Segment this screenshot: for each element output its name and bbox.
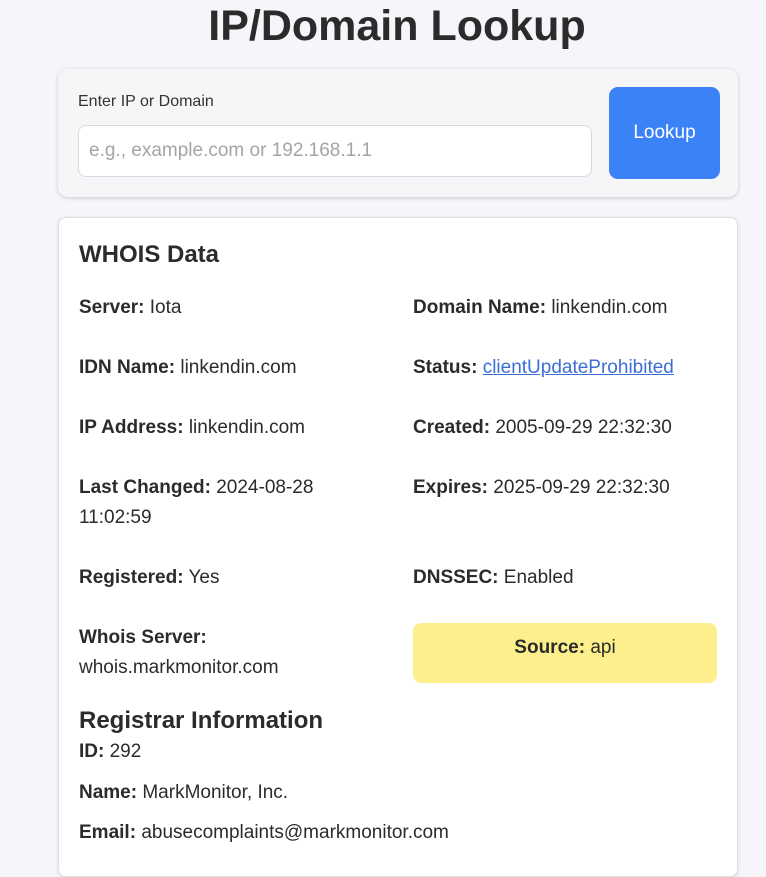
field-ip-address-value: linkendin.com xyxy=(188,417,305,438)
field-created-value: 2005-09-29 22:32:30 xyxy=(495,417,672,438)
search-panel: Enter IP or Domain Lookup xyxy=(58,69,738,197)
field-whois-server-label: Whois Server: xyxy=(79,627,207,648)
registrar-name-label: Name: xyxy=(79,782,138,803)
field-last-changed-value-time: 11:02:59 xyxy=(79,507,152,528)
search-input[interactable] xyxy=(78,125,592,177)
field-registered-value: Yes xyxy=(188,567,220,588)
field-registered-label: Registered: xyxy=(79,567,184,588)
field-last-changed-label: Last Changed: xyxy=(79,477,211,498)
search-label: Enter IP or Domain xyxy=(78,93,214,110)
registrar-id-value: 292 xyxy=(109,741,142,762)
source-value: api xyxy=(590,637,616,658)
field-dnssec-value: Enabled xyxy=(503,567,574,588)
field-ip-address-label: IP Address: xyxy=(79,417,184,438)
whois-section-title: WHOIS Data xyxy=(79,241,220,268)
registrar-name-value: MarkMonitor, Inc. xyxy=(142,782,289,803)
results-panel: WHOIS Data Server: Iota Domain Name: lin… xyxy=(58,217,738,877)
registrar-email-value: abusecomplaints@markmonitor.com xyxy=(141,822,449,843)
field-domain-name: Domain Name: linkendin.com xyxy=(413,293,667,323)
field-ip-address: IP Address: linkendin.com xyxy=(79,413,305,443)
lookup-button[interactable]: Lookup xyxy=(609,87,720,179)
field-idn-name: IDN Name: linkendin.com xyxy=(79,353,297,383)
field-server-value: Iota xyxy=(149,297,182,318)
registrar-email: Email: abusecomplaints@markmonitor.com xyxy=(79,818,449,848)
field-last-changed-value-date: 2024-08-28 xyxy=(216,477,314,498)
registrar-section-title: Registrar Information xyxy=(79,707,324,734)
field-registered: Registered: Yes xyxy=(79,563,219,593)
field-dnssec-label: DNSSEC: xyxy=(413,567,499,588)
source-label: Source: xyxy=(514,637,586,658)
field-status: Status: clientUpdateProhibited xyxy=(413,353,674,383)
field-expires-value: 2025-09-29 22:32:30 xyxy=(493,477,670,498)
field-expires-label: Expires: xyxy=(413,477,488,498)
field-idn-name-value: linkendin.com xyxy=(180,357,297,378)
field-server: Server: Iota xyxy=(79,293,181,323)
field-expires: Expires: 2025-09-29 22:32:30 xyxy=(413,473,670,503)
field-idn-name-label: IDN Name: xyxy=(79,357,176,378)
status-link[interactable]: clientUpdateProhibited xyxy=(483,357,674,378)
field-last-changed: Last Changed: 2024-08-28 11:02:59 xyxy=(79,473,379,533)
field-whois-server-value: whois.markmonitor.com xyxy=(79,657,279,678)
field-whois-server: Whois Server: whois.markmonitor.com xyxy=(79,623,279,683)
field-server-label: Server: xyxy=(79,297,145,318)
field-created-label: Created: xyxy=(413,417,491,438)
page-title: IP/Domain Lookup xyxy=(208,2,586,50)
field-domain-name-value: linkendin.com xyxy=(551,297,668,318)
field-created: Created: 2005-09-29 22:32:30 xyxy=(413,413,672,443)
registrar-email-label: Email: xyxy=(79,822,137,843)
registrar-name: Name: MarkMonitor, Inc. xyxy=(79,778,288,808)
field-dnssec: DNSSEC: Enabled xyxy=(413,563,574,593)
field-status-label: Status: xyxy=(413,357,478,378)
registrar-id-label: ID: xyxy=(79,741,105,762)
registrar-id: ID: 292 xyxy=(79,737,141,767)
field-domain-name-label: Domain Name: xyxy=(413,297,547,318)
source-badge: Source: api xyxy=(413,623,717,683)
